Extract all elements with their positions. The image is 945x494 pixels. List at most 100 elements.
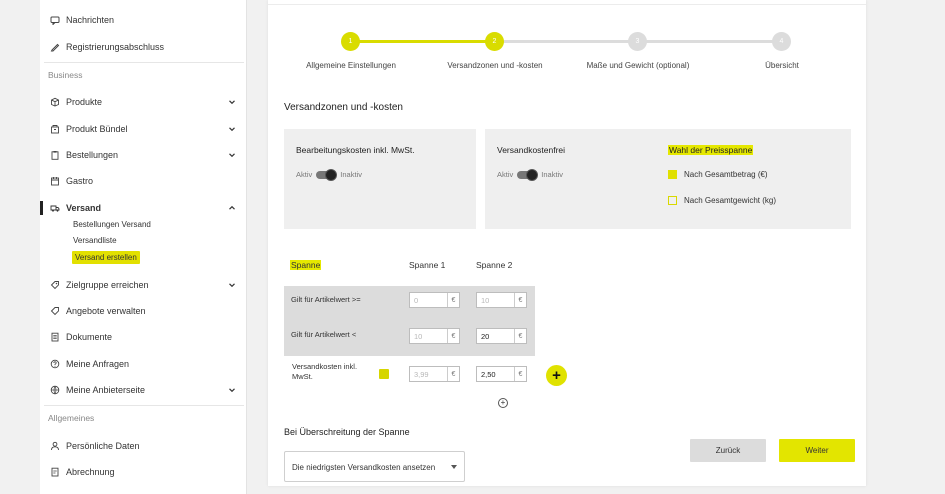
toggle-active-label: Aktiv [497,170,514,179]
row-label-max: Gilt für Artikelwert < [291,330,357,339]
sidebar-item-label: Persönliche Daten [66,441,140,451]
sidebar-item-produkte[interactable]: Produkte [40,91,247,113]
sidebar-item-label: Meine Anfragen [66,359,130,369]
shipping-cost-checkbox[interactable] [379,369,389,379]
section-label-business: Business [48,70,83,80]
toggle-inactive-label: Inaktiv [541,170,563,179]
input-spanne2-min[interactable]: 10 € [476,292,527,308]
divider [44,405,244,406]
pen-icon [50,42,60,52]
sidebar-item-produkt-buendel[interactable]: Produkt Bündel [40,118,247,140]
chevron-down-icon[interactable] [227,124,237,134]
sidebar-item-anfragen[interactable]: Meine Anfragen [40,353,247,375]
input-spanne1-min[interactable]: 0 € [409,292,460,308]
sidebar-item-zielgruppe[interactable]: Zielgruppe erreichen [40,274,247,296]
sidebar-item-label: Zielgruppe erreichen [66,280,149,290]
sidebar-item-label: Produkt Bündel [66,124,128,134]
step-2-dot[interactable]: 2 [485,32,504,51]
sidebar-item-label: Registrierungsabschluss [66,42,165,52]
sidebar-subitem-bestellungen-versand[interactable]: Bestellungen Versand [73,220,151,229]
free-shipping-card [485,129,851,229]
sidebar-item-label: Meine Anbieterseite [66,385,146,395]
sidebar-item-abrechnung[interactable]: Abrechnung [40,461,247,483]
globe-icon [50,385,60,395]
input-spanne2-cost[interactable]: 2,50 € [476,366,527,382]
spanne-label: Spanne [290,260,322,270]
option-label: Nach Gesamtgewicht (kg) [684,196,777,205]
step-3-label: Maße und Gewicht (optional) [586,61,690,70]
add-row-icon[interactable]: + [498,398,508,408]
main-panel [268,0,866,486]
processing-cost-toggle[interactable]: Aktiv Inaktiv [296,168,362,181]
question-icon [50,359,60,369]
toggle-active-label: Aktiv [296,170,313,179]
price-range-option-weight[interactable]: Nach Gesamtgewicht (kg) [668,196,776,205]
bundle-icon [50,124,60,134]
input-spanne2-max[interactable]: 20 € [476,328,527,344]
column-header-spanne-1: Spanne 1 [409,260,446,270]
sidebar-subitem-versand-erstellen[interactable]: Versand erstellen [72,251,140,264]
divider [268,4,866,5]
input-spanne1-max[interactable]: 10 € [409,328,460,344]
sidebar-item-nachrichten[interactable]: Nachrichten [40,9,247,31]
step-3-dot[interactable]: 3 [628,32,647,51]
box-icon [50,97,60,107]
sidebar-item-dokumente[interactable]: Dokumente [40,326,247,348]
tag-icon [50,280,60,290]
chevron-down-icon[interactable] [227,385,237,395]
overflow-select[interactable]: Die niedrigsten Versandkosten ansetzen [284,451,465,482]
processing-cost-card [284,129,476,229]
sidebar-item-label: Bestellungen [66,150,119,160]
add-range-button[interactable]: + [546,365,567,386]
sidebar-item-registrierungsabschluss[interactable]: Registrierungsabschluss [40,36,247,58]
price-range-option-amount[interactable]: Nach Gesamtbetrag (€) [668,170,768,179]
caret-down-icon [451,465,457,469]
step-4-dot[interactable]: 4 [772,32,791,51]
step-2-label: Versandzonen und -kosten [447,61,543,70]
chevron-down-icon[interactable] [227,150,237,160]
checkbox-selected[interactable] [668,170,677,179]
step-1-dot[interactable]: 1 [341,32,360,51]
row-label-shipping-cost: Versandkosten inkl. MwSt. [292,362,358,381]
chevron-down-icon[interactable] [227,280,237,290]
sidebar-item-anbieterseite[interactable]: Meine Anbieterseite [40,379,247,401]
option-label: Nach Gesamtbetrag (€) [684,170,768,179]
back-button[interactable]: Zurück [690,439,766,462]
step-1-label: Allgemeine Einstellungen [306,61,396,70]
sidebar-item-label: Abrechnung [66,467,115,477]
section-label-allgemeines: Allgemeines [48,413,95,423]
calendar-icon [50,176,60,186]
price-range-title: Wahl der Preisspanne [668,145,754,155]
chevron-up-icon[interactable] [227,203,237,213]
document-icon [50,332,60,342]
toggle-inactive-label: Inaktiv [340,170,362,179]
processing-cost-title: Bearbeitungskosten inkl. MwSt. [296,145,415,155]
overflow-title: Bei Überschreitung der Spanne [284,427,410,437]
sidebar-item-persoenliche-daten[interactable]: Persönliche Daten [40,435,247,457]
sidebar-item-label: Versand [66,203,102,213]
checkbox-unselected[interactable] [668,196,677,205]
toggle-switch[interactable] [517,168,539,181]
sidebar-item-angebote[interactable]: Angebote verwalten [40,300,247,322]
sidebar-item-label: Angebote verwalten [66,306,146,316]
free-shipping-toggle[interactable]: Aktiv Inaktiv [497,168,563,181]
select-value: Die niedrigsten Versandkosten ansetzen [292,463,436,472]
sidebar-item-label: Produkte [66,97,103,107]
sidebar: Nachrichten Registrierungsabschluss Busi… [40,0,247,494]
toggle-switch[interactable] [316,168,338,181]
chevron-down-icon[interactable] [227,97,237,107]
sidebar-item-label: Nachrichten [66,15,115,25]
sidebar-item-bestellungen[interactable]: Bestellungen [40,144,247,166]
sidebar-item-versand[interactable]: Versand [40,197,247,219]
message-icon [50,15,60,25]
next-button[interactable]: Weiter [779,439,855,462]
sidebar-subitem-versandliste[interactable]: Versandliste [73,236,117,245]
clipboard-icon [50,150,60,160]
divider [44,62,244,63]
section-title: Versandzonen und -kosten [284,102,403,113]
row-label-min: Gilt für Artikelwert >= [291,295,361,304]
step-4-label: Übersicht [765,61,799,70]
stepper-line-done [352,40,495,43]
sidebar-item-gastro[interactable]: Gastro [40,170,247,192]
input-spanne1-cost[interactable]: 3,99 € [409,366,460,382]
